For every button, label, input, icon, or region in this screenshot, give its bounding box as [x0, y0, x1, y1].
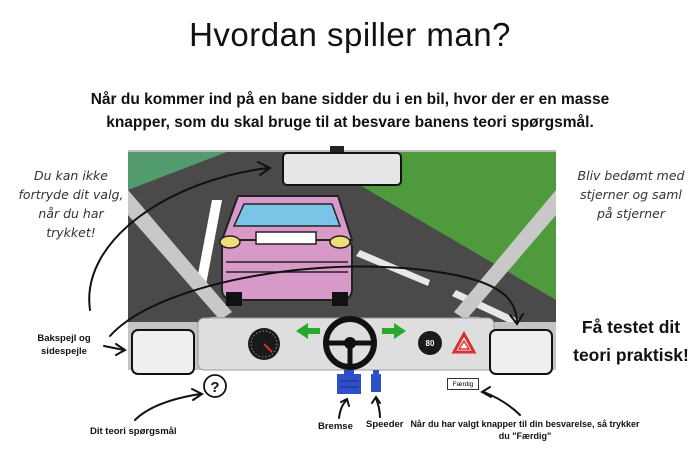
speed-sign-button[interactable]: 80 — [418, 331, 442, 355]
speeder-pedal[interactable] — [371, 370, 381, 392]
speeder-label: Speeder — [366, 419, 404, 430]
brake-label: Bremse — [318, 421, 353, 432]
done-hint-label: Når du har valgt knapper til din besvare… — [410, 419, 640, 441]
mirrors-label: Bakspejl og sidespejle — [37, 333, 91, 357]
rearview-mirror[interactable] — [282, 152, 402, 186]
car-ahead — [219, 195, 354, 306]
done-button[interactable]: Færdig — [447, 378, 479, 390]
left-side-mirror[interactable] — [131, 329, 195, 375]
right-side-mirror[interactable] — [489, 329, 553, 375]
question-mark-icon: ? — [210, 379, 219, 396]
question-button[interactable]: ? — [203, 374, 227, 398]
question-label: Dit teori spørgsmål — [90, 426, 177, 437]
game-scene: 80 ? — [88, 146, 556, 421]
speed-sign-value: 80 — [426, 339, 435, 348]
speedometer-gauge — [248, 328, 280, 360]
brake-pedal[interactable] — [337, 370, 361, 394]
